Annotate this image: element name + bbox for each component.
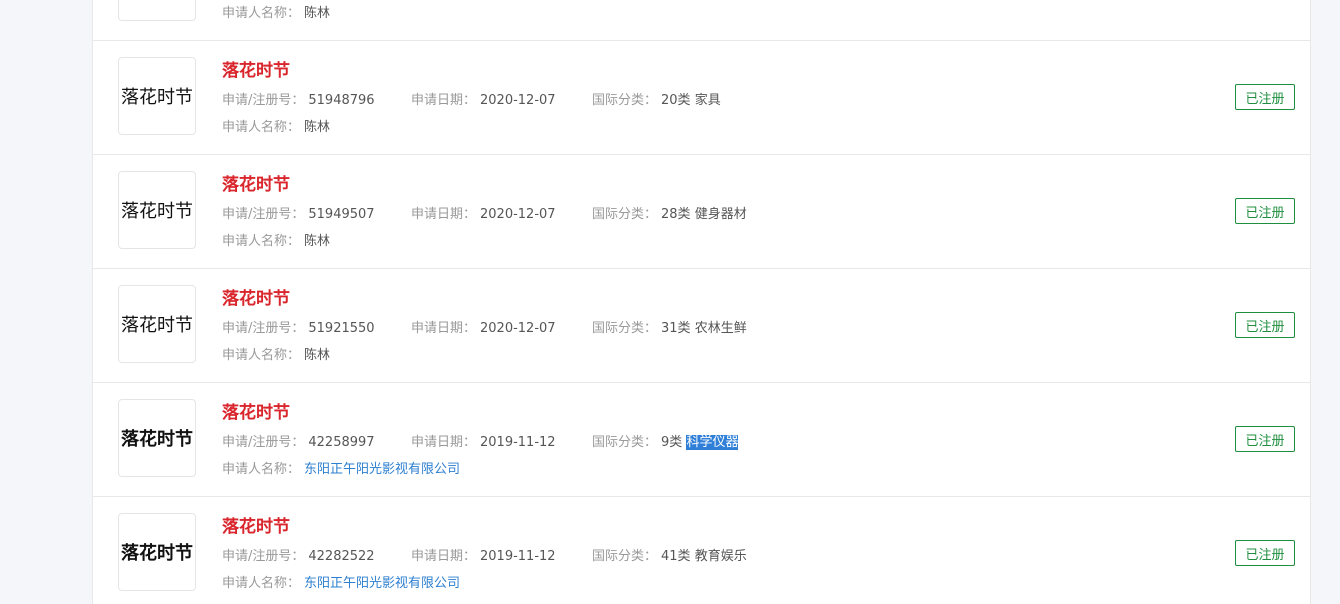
- trademark-row[interactable]: 落花时节 落花时节 申请/注册号： 42282522 申请日期： 2019-11-1…: [93, 497, 1310, 604]
- date-info: 申请日期： 2020-12-07: [411, 206, 556, 224]
- applicant-info: 申请人名称： 陈林: [222, 233, 330, 251]
- trademark-logo-thumbnail[interactable]: 落花时节: [118, 57, 196, 135]
- reg-no-info: 申请/注册号： 51949507: [222, 206, 375, 224]
- date-value: 2019-11-12: [480, 549, 556, 564]
- date-value: 2020-12-07: [480, 93, 556, 108]
- class-number: 9类: [661, 435, 683, 450]
- reg-no-value: 51949507: [308, 207, 375, 222]
- trademark-name-link[interactable]: 落花时节: [222, 516, 290, 538]
- class-name: 农林生鲜: [694, 321, 747, 336]
- trademark-name-link[interactable]: 落花时节: [222, 288, 290, 310]
- reg-no-label: 申请/注册号：: [222, 93, 305, 108]
- trademark-logo-thumbnail[interactable]: 落花时节: [118, 513, 196, 591]
- reg-no-label: 申请/注册号：: [222, 435, 305, 450]
- applicant-label: 申请人名称：: [222, 234, 301, 249]
- date-info: 申请日期： 2019-11-12: [411, 434, 556, 452]
- applicant-info: 申请人名称： 东阳正午阳光影视有限公司: [222, 575, 460, 593]
- date-value: 2019-11-12: [480, 435, 556, 450]
- reg-no-value: 42258997: [308, 435, 375, 450]
- reg-no-value: 51921550: [308, 321, 375, 336]
- trademark-logo-thumbnail[interactable]: 落花时节: [118, 285, 196, 363]
- applicant-label: 申请人名称：: [222, 120, 301, 135]
- trademark-row[interactable]: 落花时节 落花时节 申请/注册号： 51921550 申请日期： 2020-12-0…: [93, 269, 1310, 383]
- class-info: 国际分类： 28类 健身器材: [592, 206, 747, 224]
- applicant-name: 陈林: [304, 120, 331, 135]
- trademark-logo-thumbnail[interactable]: [118, 0, 196, 21]
- reg-no-label: 申请/注册号：: [222, 549, 305, 564]
- trademark-logo-thumbnail[interactable]: 落花时节: [118, 171, 196, 249]
- status-badge[interactable]: 已注册: [1235, 84, 1295, 110]
- class-info: 国际分类： 41类 教育娱乐: [592, 548, 747, 566]
- class-info: 国际分类： 20类 家具: [592, 92, 721, 110]
- trademark-name-link[interactable]: 落花时节: [222, 60, 290, 82]
- status-badge[interactable]: 已注册: [1235, 426, 1295, 452]
- applicant-label: 申请人名称：: [222, 6, 301, 21]
- applicant-name: 陈林: [304, 234, 331, 249]
- status-badge[interactable]: 已注册: [1235, 312, 1295, 338]
- applicant-name: 陈林: [304, 348, 331, 363]
- class-label: 国际分类：: [592, 549, 658, 564]
- reg-no-label: 申请/注册号：: [222, 321, 305, 336]
- reg-no-info: 申请/注册号： 51948796: [222, 92, 375, 110]
- reg-no-value: 51948796: [308, 93, 375, 108]
- reg-no-label: 申请/注册号：: [222, 207, 305, 222]
- applicant-label: 申请人名称：: [222, 348, 301, 363]
- reg-no-info: 申请/注册号： 51921550: [222, 320, 375, 338]
- class-name: 家具: [694, 93, 721, 108]
- applicant-info: 申请人名称： 陈林: [222, 119, 330, 137]
- class-label: 国际分类：: [592, 207, 658, 222]
- date-label: 申请日期：: [411, 549, 477, 564]
- reg-no-info: 申请/注册号： 42282522: [222, 548, 375, 566]
- trademark-row[interactable]: 落花时节 落花时节 申请/注册号： 51948796 申请日期： 2020-12-0…: [93, 41, 1310, 155]
- date-info: 申请日期： 2020-12-07: [411, 92, 556, 110]
- date-label: 申请日期：: [411, 435, 477, 450]
- trademark-row[interactable]: 落花时节 落花时节 申请/注册号： 42258997 申请日期： 2019-11-1…: [93, 383, 1310, 497]
- applicant-name: 陈林: [304, 6, 331, 21]
- class-number: 31类: [661, 321, 691, 336]
- class-number: 28类: [661, 207, 691, 222]
- class-number: 20类: [661, 93, 691, 108]
- applicant-info: 申请人名称： 陈林: [222, 5, 330, 23]
- date-label: 申请日期：: [411, 321, 477, 336]
- class-info: 国际分类： 9类 科学仪器: [592, 434, 739, 452]
- class-label: 国际分类：: [592, 435, 658, 450]
- status-badge[interactable]: 已注册: [1235, 540, 1295, 566]
- date-info: 申请日期： 2019-11-12: [411, 548, 556, 566]
- class-number: 41类: [661, 549, 691, 564]
- class-label: 国际分类：: [592, 93, 658, 108]
- class-name-selected: 科学仪器: [686, 435, 739, 450]
- date-value: 2020-12-07: [480, 321, 556, 336]
- status-badge[interactable]: 已注册: [1235, 198, 1295, 224]
- applicant-link[interactable]: 东阳正午阳光影视有限公司: [304, 576, 460, 591]
- trademark-name-link[interactable]: 落花时节: [222, 174, 290, 196]
- class-name: 健身器材: [694, 207, 747, 222]
- trademark-row[interactable]: 落花时节 落花时节 申请/注册号： 51949507 申请日期： 2020-12-0…: [93, 155, 1310, 269]
- trademark-row[interactable]: 申请人名称： 陈林: [93, 0, 1310, 41]
- date-label: 申请日期：: [411, 93, 477, 108]
- class-name: 教育娱乐: [694, 549, 747, 564]
- trademark-name-link[interactable]: 落花时节: [222, 402, 290, 424]
- applicant-info: 申请人名称： 东阳正午阳光影视有限公司: [222, 461, 460, 479]
- applicant-label: 申请人名称：: [222, 576, 301, 591]
- trademark-logo-thumbnail[interactable]: 落花时节: [118, 399, 196, 477]
- date-info: 申请日期： 2020-12-07: [411, 320, 556, 338]
- date-value: 2020-12-07: [480, 207, 556, 222]
- date-label: 申请日期：: [411, 207, 477, 222]
- applicant-info: 申请人名称： 陈林: [222, 347, 330, 365]
- applicant-link[interactable]: 东阳正午阳光影视有限公司: [304, 462, 460, 477]
- class-info: 国际分类： 31类 农林生鲜: [592, 320, 747, 338]
- reg-no-value: 42282522: [308, 549, 375, 564]
- reg-no-info: 申请/注册号： 42258997: [222, 434, 375, 452]
- trademark-result-list: 申请人名称： 陈林 落花时节 落花时节 申请/注册号： 51948796 申请日期：…: [92, 0, 1311, 604]
- class-label: 国际分类：: [592, 321, 658, 336]
- applicant-label: 申请人名称：: [222, 462, 301, 477]
